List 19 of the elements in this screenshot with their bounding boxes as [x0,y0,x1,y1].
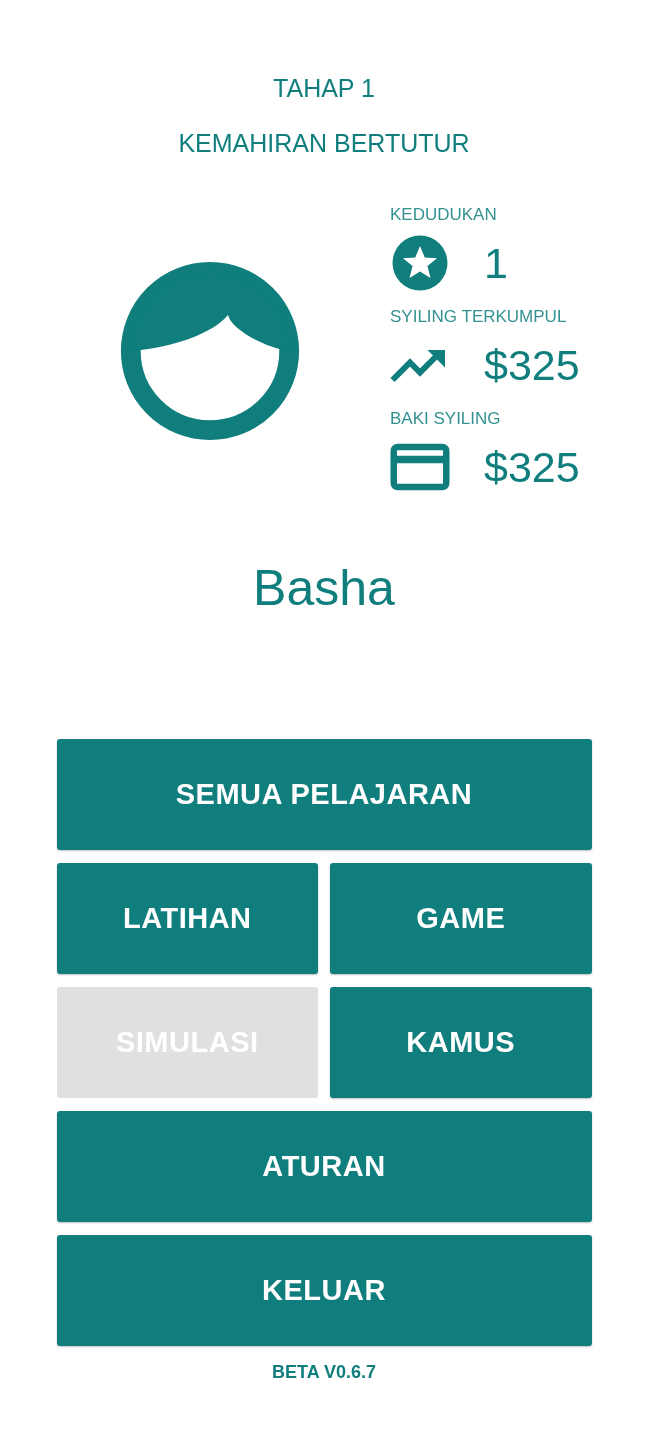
menu-button[interactable]: KAMUS [330,987,592,1098]
stat-label: BAKI SYILING [390,409,502,429]
player-name: Basha [253,559,395,617]
stage-label: TAHAP 1 [273,73,375,104]
menu-button[interactable]: KELUAR [56,1235,592,1346]
stat-label: SYILING TERKUMPUL [390,307,568,327]
menu-button[interactable]: ATURAN [56,1111,592,1222]
menu-button[interactable]: GAME [330,863,592,974]
course-title: KEMAHIRAN BERTUTUR [178,128,470,159]
stat-value: $325 [484,442,580,492]
stat-value: $325 [484,340,580,390]
stat-label: KEDUDUKAN [390,205,498,225]
stat-value: 1 [484,238,508,288]
version-label: BETA V0.6.7 [271,1362,376,1383]
menu-button[interactable]: SEMUA PELAJARAN [56,739,592,850]
star-badge-icon [390,233,450,293]
credit-card-icon [390,443,450,491]
menu-button[interactable]: LATIHAN [56,863,318,974]
avatar-icon [120,261,300,441]
